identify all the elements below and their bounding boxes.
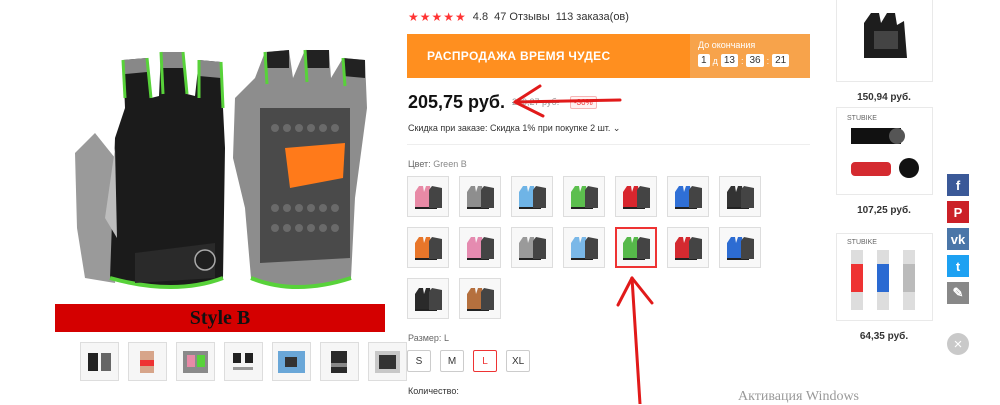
- color-swatch-black-a[interactable]: [719, 176, 761, 217]
- timer-seconds: 21: [772, 54, 790, 67]
- timer-hours: 13: [720, 54, 738, 67]
- thumbnail-strip: [80, 342, 407, 381]
- discount-badge: -30%: [570, 96, 597, 109]
- recommendation-image[interactable]: STUBIKE: [835, 107, 933, 195]
- size-option-l[interactable]: L: [473, 350, 497, 372]
- recommendation-image[interactable]: STUBIKE: [835, 233, 933, 321]
- old-price: 220,27 руб.: [512, 97, 560, 107]
- sale-timer: До окончания 1 д 13 : 36 : 21: [690, 34, 810, 78]
- color-swatch-orange-b[interactable]: [407, 227, 449, 268]
- color-swatch-sky-b[interactable]: [563, 227, 605, 268]
- quantity-label: Количество:: [408, 386, 459, 396]
- thumbnail[interactable]: [272, 342, 311, 381]
- color-value: Green B: [433, 159, 467, 169]
- color-swatch-brown-b[interactable]: [459, 278, 501, 319]
- recommendation-price: 107,25 руб.: [857, 205, 911, 216]
- recommendation-item[interactable]: STUBIKE 64,35 руб.: [834, 233, 934, 342]
- color-label: Цвет: Green B: [408, 159, 467, 169]
- thumbnail[interactable]: [368, 342, 407, 381]
- timer-label: До окончания: [698, 40, 756, 50]
- pinterest-icon[interactable]: P: [947, 201, 969, 223]
- orders-count: 113 заказа(ов): [555, 11, 629, 23]
- sale-banner: РАСПРОДАЖА ВРЕМЯ ЧУДЕС До окончания 1 д …: [407, 34, 810, 78]
- timer-minutes: 36: [746, 54, 764, 67]
- thumbnail[interactable]: [128, 342, 167, 381]
- recommendation-item[interactable]: 150,94 руб.: [834, 0, 934, 103]
- reviews-link[interactable]: 47 Отзывы: [494, 11, 550, 23]
- color-swatch-black-b[interactable]: [407, 278, 449, 319]
- size-option-s[interactable]: S: [407, 350, 431, 372]
- sale-title: РАСПРОДАЖА ВРЕМЯ ЧУДЕС: [427, 49, 611, 63]
- color-swatch-gray-b[interactable]: [511, 227, 553, 268]
- promo-dropdown[interactable]: Скидка при заказе: Скидка 1% при покупке…: [408, 123, 620, 134]
- thumbnail[interactable]: [80, 342, 119, 381]
- color-swatch-green-b[interactable]: [615, 227, 657, 268]
- thumbnail[interactable]: [320, 342, 359, 381]
- color-swatch-sky-a[interactable]: [511, 176, 553, 217]
- color-swatch-red-b[interactable]: [667, 227, 709, 268]
- rating-stars-icon: ★★★★★: [408, 10, 467, 24]
- thumbnail[interactable]: [176, 342, 215, 381]
- color-swatches: [407, 176, 767, 319]
- recommendation-image[interactable]: [835, 0, 933, 82]
- color-swatch-blue-b[interactable]: [719, 227, 761, 268]
- color-swatch-green-a[interactable]: [563, 176, 605, 217]
- share-bar: f Pvk t ✎: [947, 174, 969, 309]
- color-swatch-blue-a[interactable]: [667, 176, 709, 217]
- recommendation-price: 64,35 руб.: [859, 331, 909, 342]
- thumbnail[interactable]: [224, 342, 263, 381]
- divider: [407, 144, 810, 145]
- size-option-m[interactable]: M: [440, 350, 464, 372]
- recommendation-item[interactable]: STUBIKE 107,25 руб.: [834, 107, 934, 216]
- color-swatch-red-a[interactable]: [615, 176, 657, 217]
- size-options: S M L XL: [407, 350, 531, 372]
- color-swatch-gray-a[interactable]: [459, 176, 501, 217]
- windows-activation-watermark: Активация Windows: [738, 389, 860, 404]
- facebook-icon[interactable]: f: [947, 174, 969, 196]
- current-price: 205,75 руб.: [408, 92, 505, 112]
- svg-text:STUBIKE: STUBIKE: [847, 239, 877, 246]
- recommendation-price: 150,94 руб.: [857, 92, 911, 103]
- size-option-xl[interactable]: XL: [506, 350, 531, 372]
- color-swatch-pink-a[interactable]: [407, 176, 449, 217]
- vk-icon[interactable]: vk: [947, 228, 969, 250]
- svg-text:STUBIKE: STUBIKE: [847, 115, 877, 122]
- timer-days: 1: [698, 54, 710, 67]
- color-swatch-pink-b[interactable]: [459, 227, 501, 268]
- rating-value: 4.8: [472, 11, 489, 23]
- size-label: Размер: L: [408, 333, 449, 343]
- twitter-icon[interactable]: t: [947, 255, 969, 277]
- main-product-image[interactable]: [55, 38, 385, 300]
- edit-icon[interactable]: ✎: [947, 282, 969, 304]
- size-value: L: [443, 333, 449, 343]
- close-icon[interactable]: ×: [947, 333, 969, 355]
- timer-day-suffix: д: [712, 55, 718, 66]
- rating-row: ★★★★★ 4.8 47 Отзывы 113 заказа(ов): [408, 10, 629, 24]
- style-banner: Style B: [55, 304, 385, 332]
